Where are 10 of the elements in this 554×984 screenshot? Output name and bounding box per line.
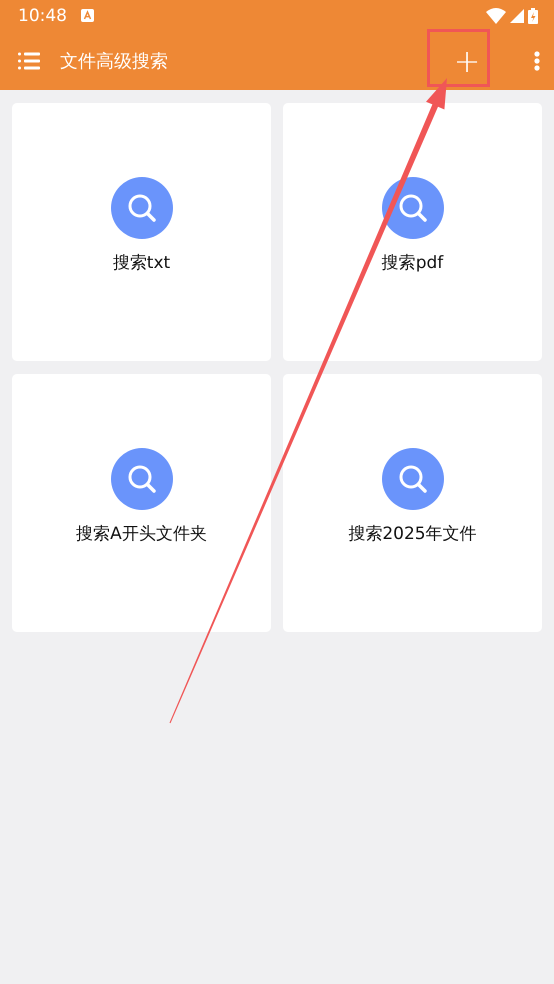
search-card[interactable]: 搜索pdf: [283, 103, 542, 361]
search-card[interactable]: 搜索txt: [12, 103, 271, 361]
card-label: 搜索2025年文件: [348, 523, 477, 545]
card-label: 搜索pdf: [382, 252, 444, 274]
card-label: 搜索A开头文件夹: [76, 523, 207, 545]
app-title: 文件高级搜索: [60, 50, 169, 73]
search-card[interactable]: 搜索A开头文件夹: [12, 374, 271, 632]
status-time: 10:48: [18, 6, 67, 26]
card-label: 搜索txt: [112, 252, 170, 274]
search-card[interactable]: 搜索2025年文件: [283, 374, 542, 632]
